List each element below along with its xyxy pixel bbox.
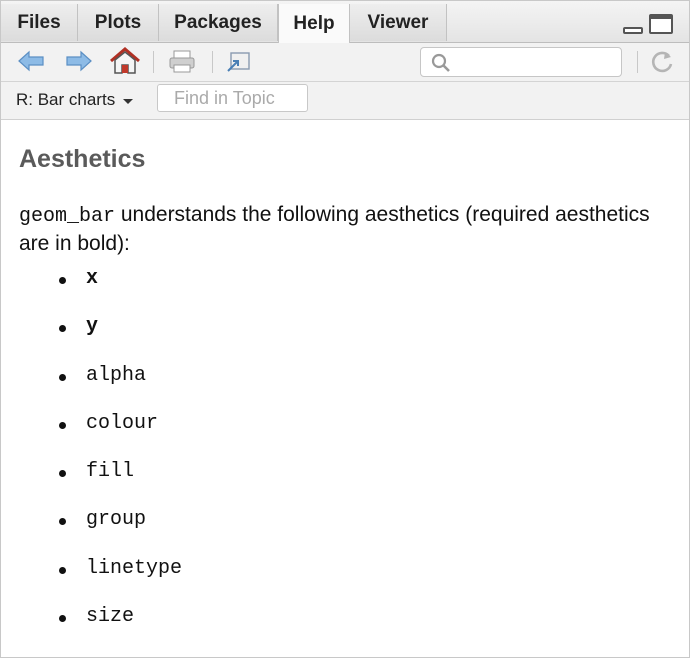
home-icon[interactable] [109, 47, 141, 80]
section-heading: Aesthetics [19, 145, 146, 173]
topic-dropdown[interactable]: R: Bar charts [16, 90, 134, 110]
print-icon[interactable] [168, 50, 196, 79]
intro-paragraph: geom_bar understands the following aesth… [19, 201, 659, 257]
tab-viewer[interactable]: Viewer [350, 4, 447, 41]
tab-files[interactable]: Files [1, 4, 78, 41]
minimize-pane-icon[interactable] [623, 27, 643, 34]
tab-label: Packages [174, 11, 262, 33]
toolbar-separator [153, 51, 154, 73]
forward-arrow-icon[interactable] [65, 50, 93, 77]
find-in-topic-input[interactable] [158, 85, 307, 111]
tab-label: Plots [94, 11, 142, 33]
tab-packages[interactable]: Packages [159, 4, 278, 41]
search-icon [431, 53, 450, 72]
help-toolbar [1, 43, 689, 82]
tab-bar: Files Plots Packages Help Viewer [1, 1, 689, 43]
find-in-topic-box[interactable] [157, 84, 308, 112]
function-name: geom_bar [19, 205, 116, 228]
refresh-icon[interactable] [649, 49, 675, 80]
tab-plots[interactable]: Plots [78, 4, 159, 41]
help-search-box[interactable] [420, 47, 622, 77]
maximize-pane-icon[interactable] [649, 14, 673, 34]
toolbar-separator [637, 51, 638, 73]
topic-bar: R: Bar charts [1, 82, 689, 120]
back-arrow-icon[interactable] [17, 50, 45, 77]
list-item: y [19, 316, 182, 364]
list-item: x [19, 267, 182, 316]
list-item: alpha [19, 364, 182, 413]
show-in-window-icon[interactable] [225, 50, 253, 79]
tab-label: Help [293, 12, 335, 34]
help-search-input[interactable] [455, 51, 619, 73]
topic-dropdown-label: R: Bar charts [16, 90, 116, 109]
list-item: linetype [19, 557, 182, 606]
toolbar-separator [212, 51, 213, 73]
list-item: size [19, 606, 182, 654]
chevron-down-icon [123, 98, 134, 104]
aesthetics-list: x y alpha colour fill group linetype siz… [19, 267, 182, 654]
tab-label: Files [17, 11, 61, 33]
list-item: fill [19, 461, 182, 509]
window-controls [623, 14, 673, 34]
help-pane: Files Plots Packages Help Viewer R: Bar … [0, 0, 690, 658]
list-item: colour [19, 412, 182, 461]
list-item: group [19, 509, 182, 557]
tab-label: Viewer [367, 11, 429, 33]
tab-help[interactable]: Help [278, 4, 350, 43]
